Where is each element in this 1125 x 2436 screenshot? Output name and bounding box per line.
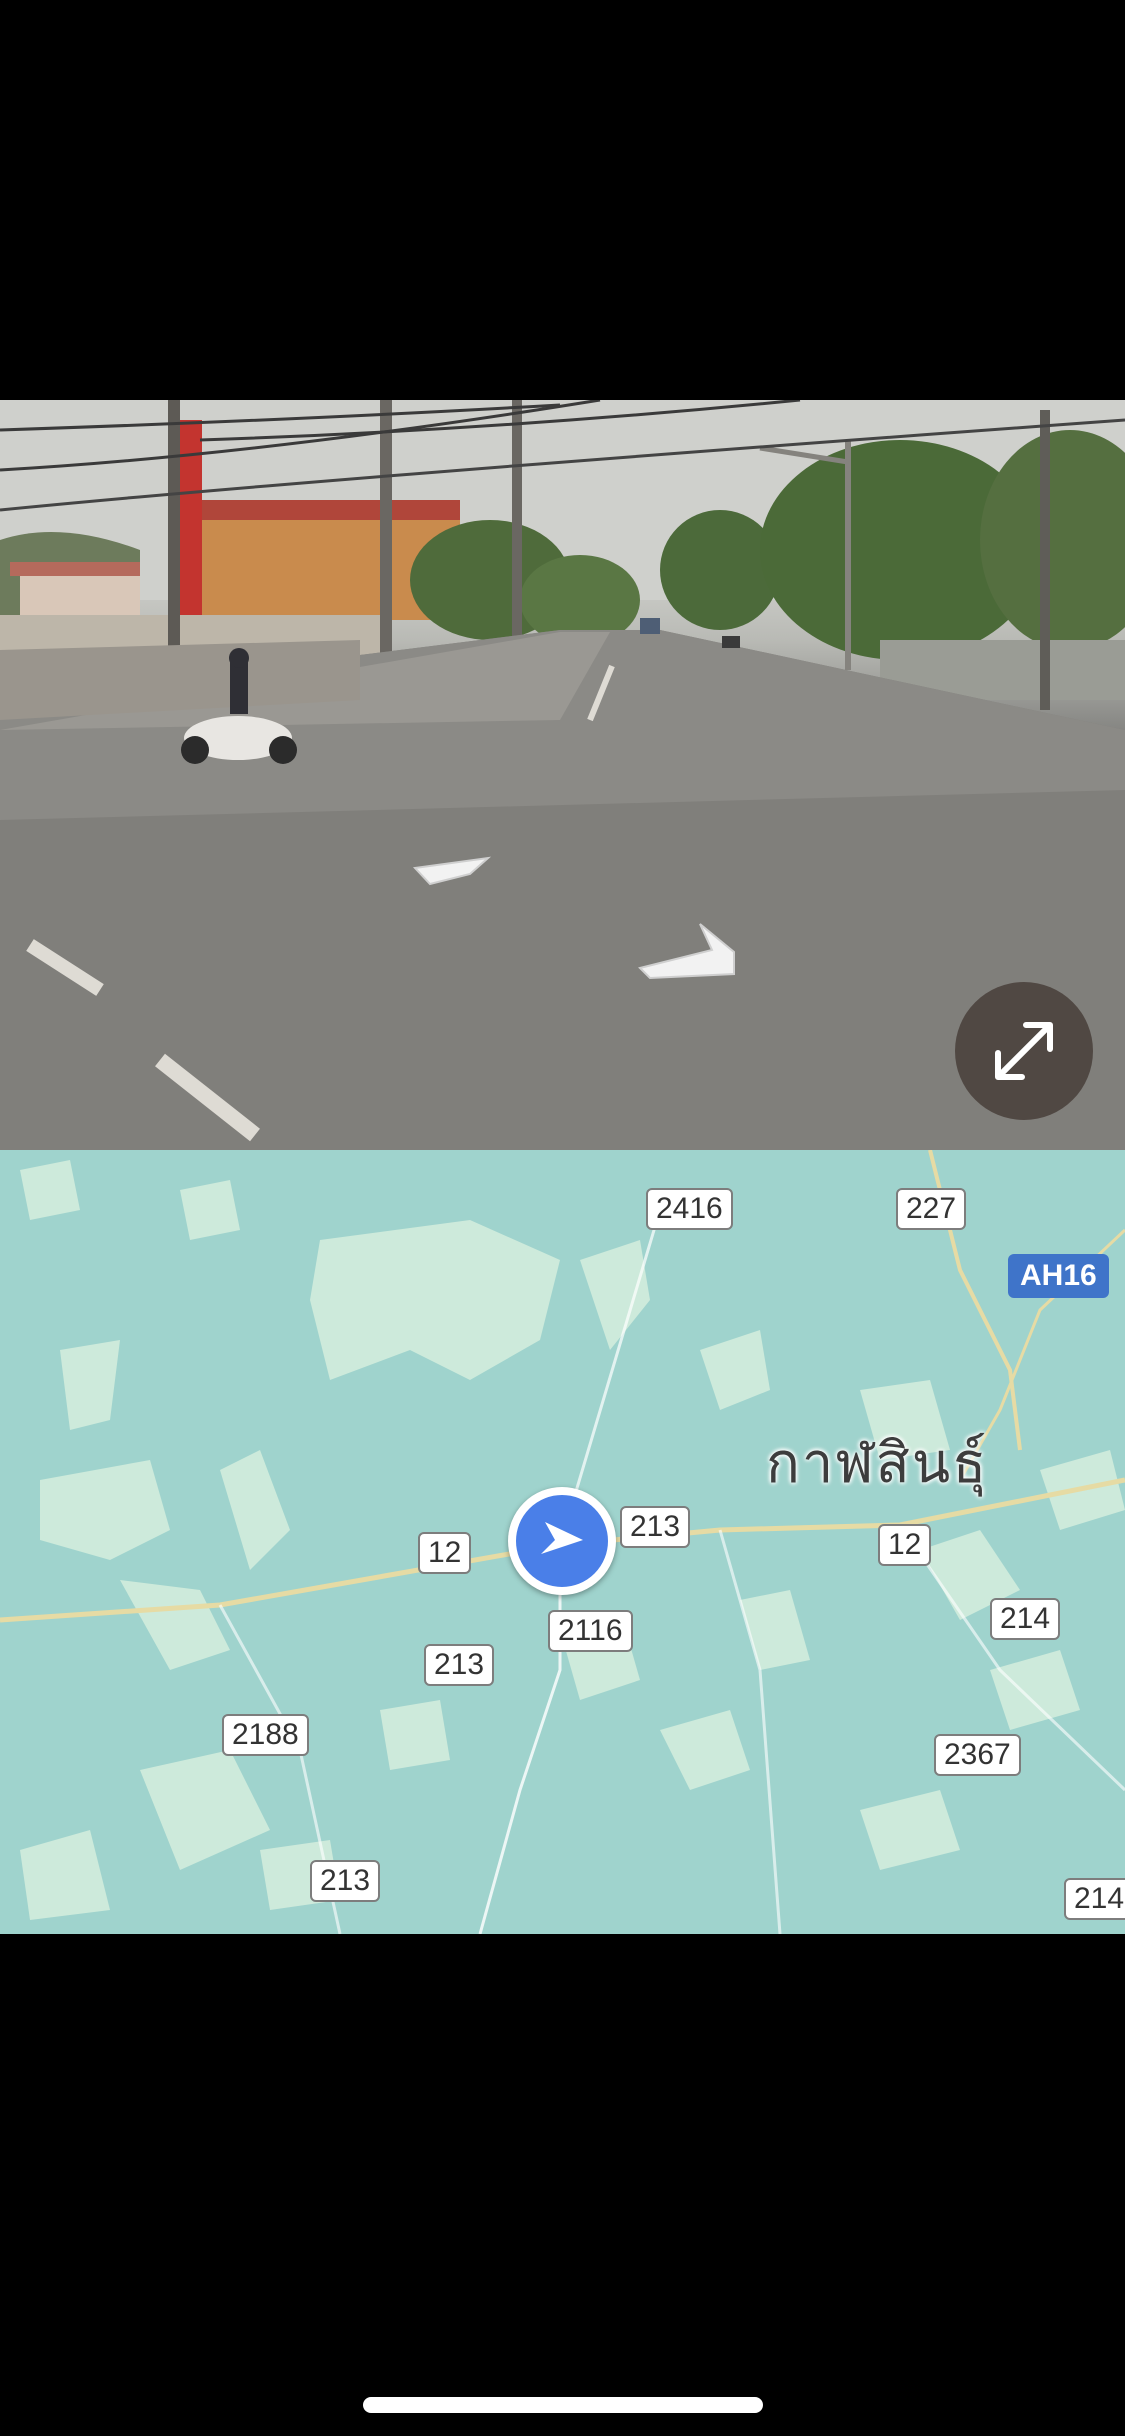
- current-location-marker[interactable]: [508, 1487, 616, 1595]
- route-shield-12-east: 12: [878, 1524, 932, 1566]
- route-shield-213-south: 213: [310, 1860, 381, 1902]
- route-shield-214-southeast: 214: [1064, 1878, 1125, 1920]
- city-label[interactable]: กาฬสินธุ์: [766, 1418, 988, 1507]
- route-shield-2367: 2367: [934, 1734, 1021, 1776]
- route-shield-12-west: 12: [418, 1532, 472, 1574]
- route-shield-2416: 2416: [646, 1188, 733, 1230]
- route-shield-2116: 2116: [548, 1610, 633, 1652]
- route-shield-214-east: 214: [990, 1598, 1061, 1640]
- navigation-arrow-icon: [541, 1522, 583, 1554]
- route-shield-2188: 2188: [222, 1714, 309, 1756]
- route-shield-227: 227: [896, 1188, 967, 1230]
- expand-street-view-button[interactable]: [955, 982, 1093, 1120]
- expand-arrows-icon: [995, 1022, 1053, 1080]
- asian-highway-shield: AH16: [1008, 1254, 1109, 1298]
- route-shield-213-north: 213: [620, 1506, 691, 1548]
- home-indicator[interactable]: [363, 2397, 763, 2413]
- route-shield-213-center: 213: [424, 1644, 495, 1686]
- street-view-panel[interactable]: [0, 400, 1125, 1150]
- map-panel[interactable]: 2416 227 AH16 กาฬสินธุ์ 12 213 12 2116 2…: [0, 1150, 1125, 1934]
